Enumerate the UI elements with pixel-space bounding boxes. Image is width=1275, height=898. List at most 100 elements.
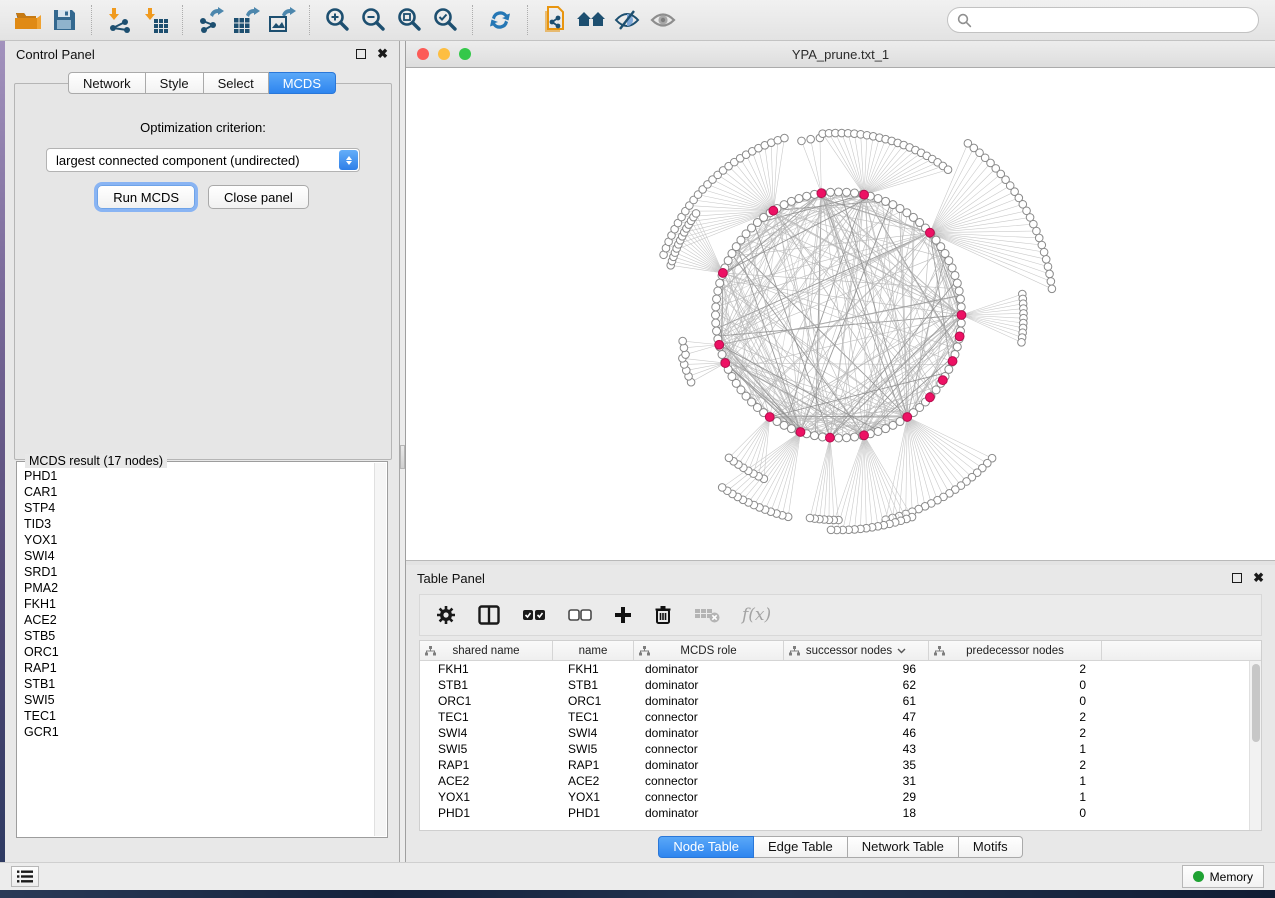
mcds-node[interactable]: [957, 311, 966, 320]
network-node[interactable]: [874, 427, 882, 435]
save-session-button[interactable]: [46, 4, 82, 36]
import-network-button[interactable]: [101, 4, 137, 36]
show-details-button[interactable]: [645, 4, 681, 36]
zoom-selected-button[interactable]: [427, 4, 463, 36]
open-file-button[interactable]: [10, 4, 46, 36]
leaf-node[interactable]: [806, 514, 814, 522]
network-canvas[interactable]: [406, 68, 1275, 560]
mcds-result-item[interactable]: RAP1: [24, 660, 373, 676]
mcds-node[interactable]: [721, 359, 730, 368]
task-history-button[interactable]: [11, 866, 39, 887]
network-node[interactable]: [851, 189, 859, 197]
leaf-node[interactable]: [680, 344, 688, 352]
window-close-button[interactable]: [417, 48, 429, 60]
network-node[interactable]: [948, 264, 956, 272]
table-row[interactable]: SWI4SWI4dominator462: [420, 725, 1261, 741]
mcds-result-item[interactable]: CAR1: [24, 484, 373, 500]
network-node[interactable]: [712, 303, 720, 311]
deselect-all-button[interactable]: [568, 600, 592, 630]
leaf-node[interactable]: [1018, 339, 1026, 347]
mcds-result-item[interactable]: STP4: [24, 500, 373, 516]
search-input[interactable]: [978, 13, 1249, 28]
network-node[interactable]: [843, 434, 851, 442]
mcds-result-item[interactable]: PHD1: [24, 468, 373, 484]
mcds-node[interactable]: [719, 269, 728, 278]
mcds-result-item[interactable]: SWI5: [24, 692, 373, 708]
add-column-button[interactable]: [614, 600, 632, 630]
network-node[interactable]: [956, 295, 964, 303]
network-node[interactable]: [713, 327, 721, 335]
mcds-result-item[interactable]: GCR1: [24, 724, 373, 740]
memory-button[interactable]: Memory: [1182, 865, 1264, 888]
table-row[interactable]: FKH1FKH1dominator962: [420, 661, 1261, 677]
run-mcds-button[interactable]: Run MCDS: [97, 185, 195, 209]
mcds-node[interactable]: [948, 357, 957, 366]
leaf-node[interactable]: [1047, 278, 1055, 286]
export-table-button[interactable]: [228, 4, 264, 36]
mcds-node[interactable]: [860, 431, 869, 440]
network-file-button[interactable]: [537, 4, 573, 36]
table-row[interactable]: SWI5SWI5connector431: [420, 741, 1261, 757]
table-row[interactable]: STB1STB1dominator620: [420, 677, 1261, 693]
table-tab-motifs[interactable]: Motifs: [959, 836, 1023, 858]
network-node[interactable]: [843, 188, 851, 196]
home-button[interactable]: [573, 4, 609, 36]
zoom-fit-button[interactable]: [391, 4, 427, 36]
network-node[interactable]: [957, 303, 965, 311]
network-node[interactable]: [945, 257, 953, 265]
mcds-node[interactable]: [769, 206, 778, 215]
mcds-node[interactable]: [926, 393, 935, 402]
mcds-node[interactable]: [715, 340, 724, 349]
mcds-node[interactable]: [765, 413, 774, 422]
mcds-result-item[interactable]: ORC1: [24, 644, 373, 660]
network-node[interactable]: [826, 188, 834, 196]
tab-mcds[interactable]: MCDS: [269, 72, 336, 94]
network-node[interactable]: [882, 425, 890, 433]
leaf-node[interactable]: [1033, 227, 1041, 235]
network-node[interactable]: [953, 343, 961, 351]
mcds-node[interactable]: [817, 189, 826, 198]
table-scrollbar-thumb[interactable]: [1252, 664, 1260, 742]
mcds-result-item[interactable]: YOX1: [24, 532, 373, 548]
network-node[interactable]: [882, 197, 890, 205]
export-network-button[interactable]: [192, 4, 228, 36]
close-table-panel-icon[interactable]: ✖: [1253, 573, 1264, 583]
table-row[interactable]: RAP1RAP1dominator352: [420, 757, 1261, 773]
network-node[interactable]: [787, 197, 795, 205]
column-header-name[interactable]: name: [553, 641, 634, 660]
mcds-result-item[interactable]: TID3: [24, 516, 373, 532]
leaf-node[interactable]: [1046, 270, 1054, 278]
mcds-node[interactable]: [860, 190, 869, 199]
float-table-panel-icon[interactable]: [1232, 573, 1242, 583]
select-all-button[interactable]: [522, 600, 546, 630]
network-node[interactable]: [835, 434, 843, 442]
export-image-button[interactable]: [264, 4, 300, 36]
show-columns-button[interactable]: [478, 600, 500, 630]
network-node[interactable]: [874, 195, 882, 203]
table-tab-edge-table[interactable]: Edge Table: [754, 836, 848, 858]
tab-select[interactable]: Select: [204, 72, 269, 94]
table-settings-button[interactable]: [436, 600, 456, 630]
mcds-result-item[interactable]: SRD1: [24, 564, 373, 580]
hide-details-button[interactable]: [609, 4, 645, 36]
network-node[interactable]: [803, 192, 811, 200]
leaf-node[interactable]: [1035, 234, 1043, 242]
mcds-node[interactable]: [938, 376, 947, 385]
column-header-mcds-role[interactable]: MCDS role: [634, 641, 784, 660]
mcds-result-item[interactable]: SWI4: [24, 548, 373, 564]
criterion-select[interactable]: largest connected component (undirected): [46, 148, 360, 172]
leaf-node[interactable]: [798, 137, 806, 145]
network-node[interactable]: [955, 287, 963, 295]
zoom-in-button[interactable]: [319, 4, 355, 36]
leaf-node[interactable]: [692, 210, 700, 218]
network-node[interactable]: [780, 201, 788, 209]
table-row[interactable]: PHD1PHD1dominator180: [420, 805, 1261, 821]
network-node[interactable]: [951, 271, 959, 279]
mcds-result-item[interactable]: PMA2: [24, 580, 373, 596]
table-tab-network-table[interactable]: Network Table: [848, 836, 959, 858]
leaf-node[interactable]: [944, 166, 952, 174]
splitter-handle-icon[interactable]: [400, 445, 405, 469]
network-node[interactable]: [851, 433, 859, 441]
column-header-shared-name[interactable]: shared name: [420, 641, 553, 660]
network-node[interactable]: [835, 188, 843, 196]
